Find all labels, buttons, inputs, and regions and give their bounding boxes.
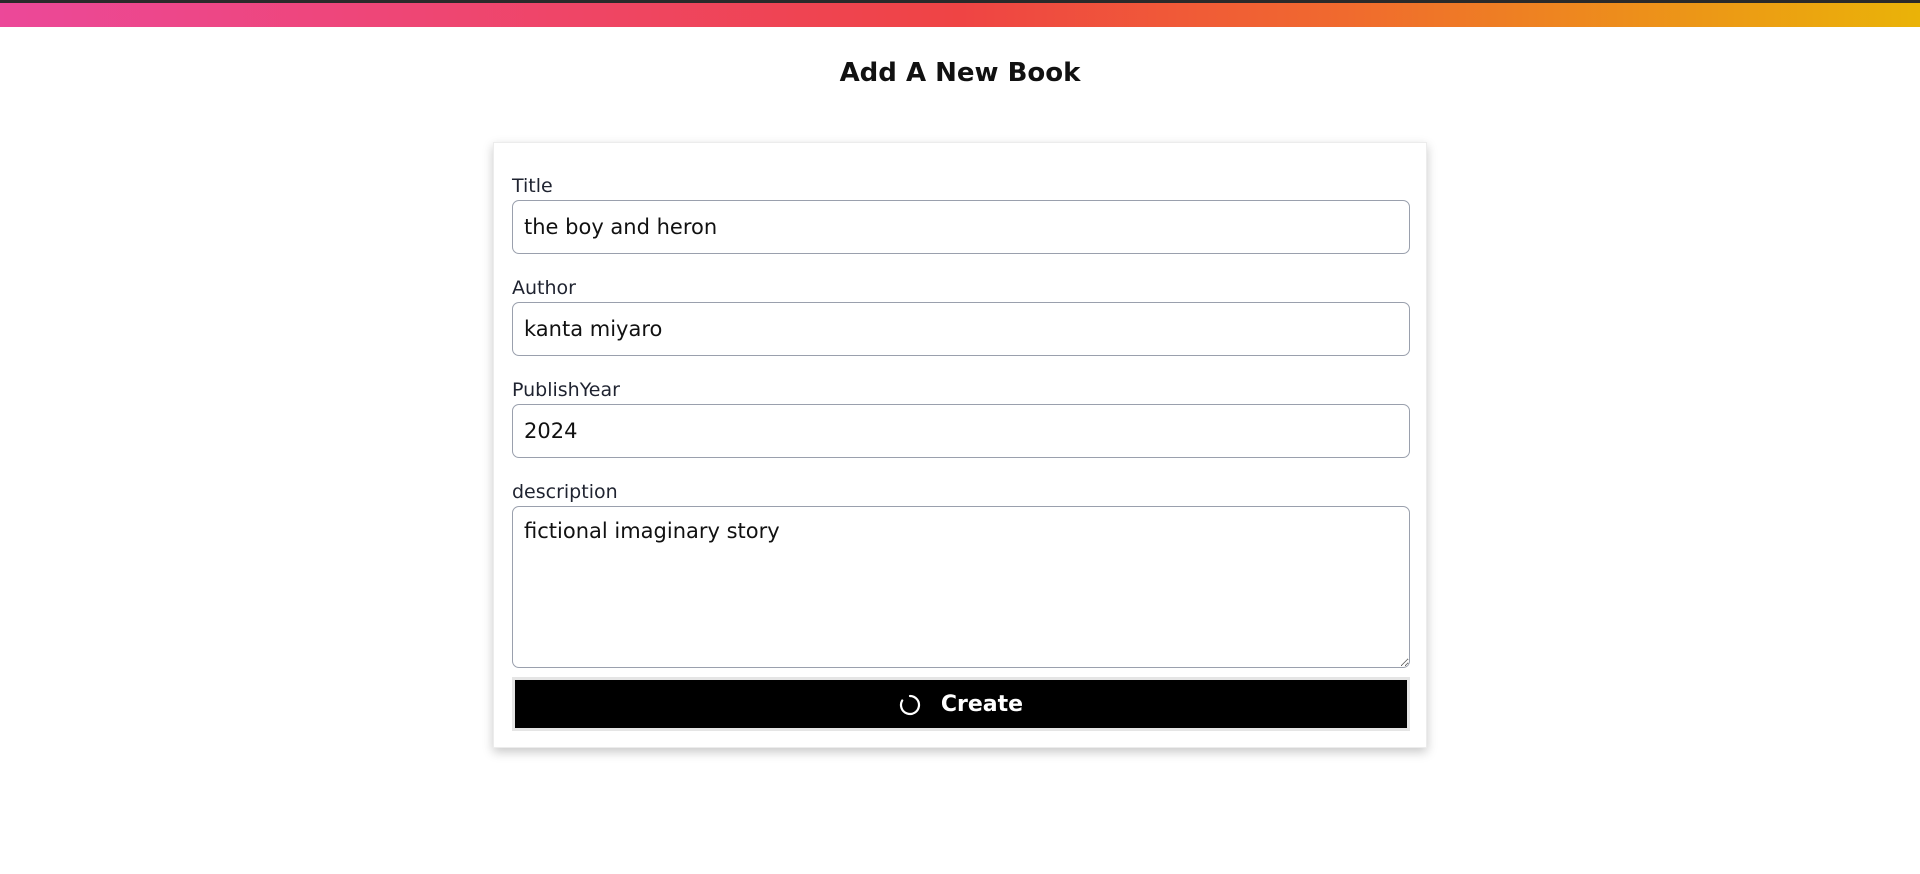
description-field-group: description fictional imaginary story [512, 480, 1410, 668]
title-field-group: Title [512, 174, 1410, 254]
author-input[interactable] [512, 302, 1410, 356]
create-button-label: Create [940, 691, 1024, 717]
title-label: Title [512, 175, 553, 197]
publish-year-field-group: PublishYear [512, 378, 1410, 458]
publish-year-input[interactable] [512, 404, 1410, 458]
create-button[interactable]: Create [512, 677, 1410, 731]
description-textarea[interactable]: fictional imaginary story [512, 506, 1410, 668]
gradient-top-bar [0, 0, 1920, 27]
author-field-group: Author [512, 276, 1410, 356]
spinner-icon [899, 694, 921, 716]
description-label: description [512, 481, 618, 503]
publish-year-label: PublishYear [512, 379, 620, 401]
title-input[interactable] [512, 200, 1410, 254]
author-label: Author [512, 277, 576, 299]
page-title: Add A New Book [839, 58, 1081, 88]
book-form-card: Title Author PublishYear description fic… [493, 142, 1427, 748]
